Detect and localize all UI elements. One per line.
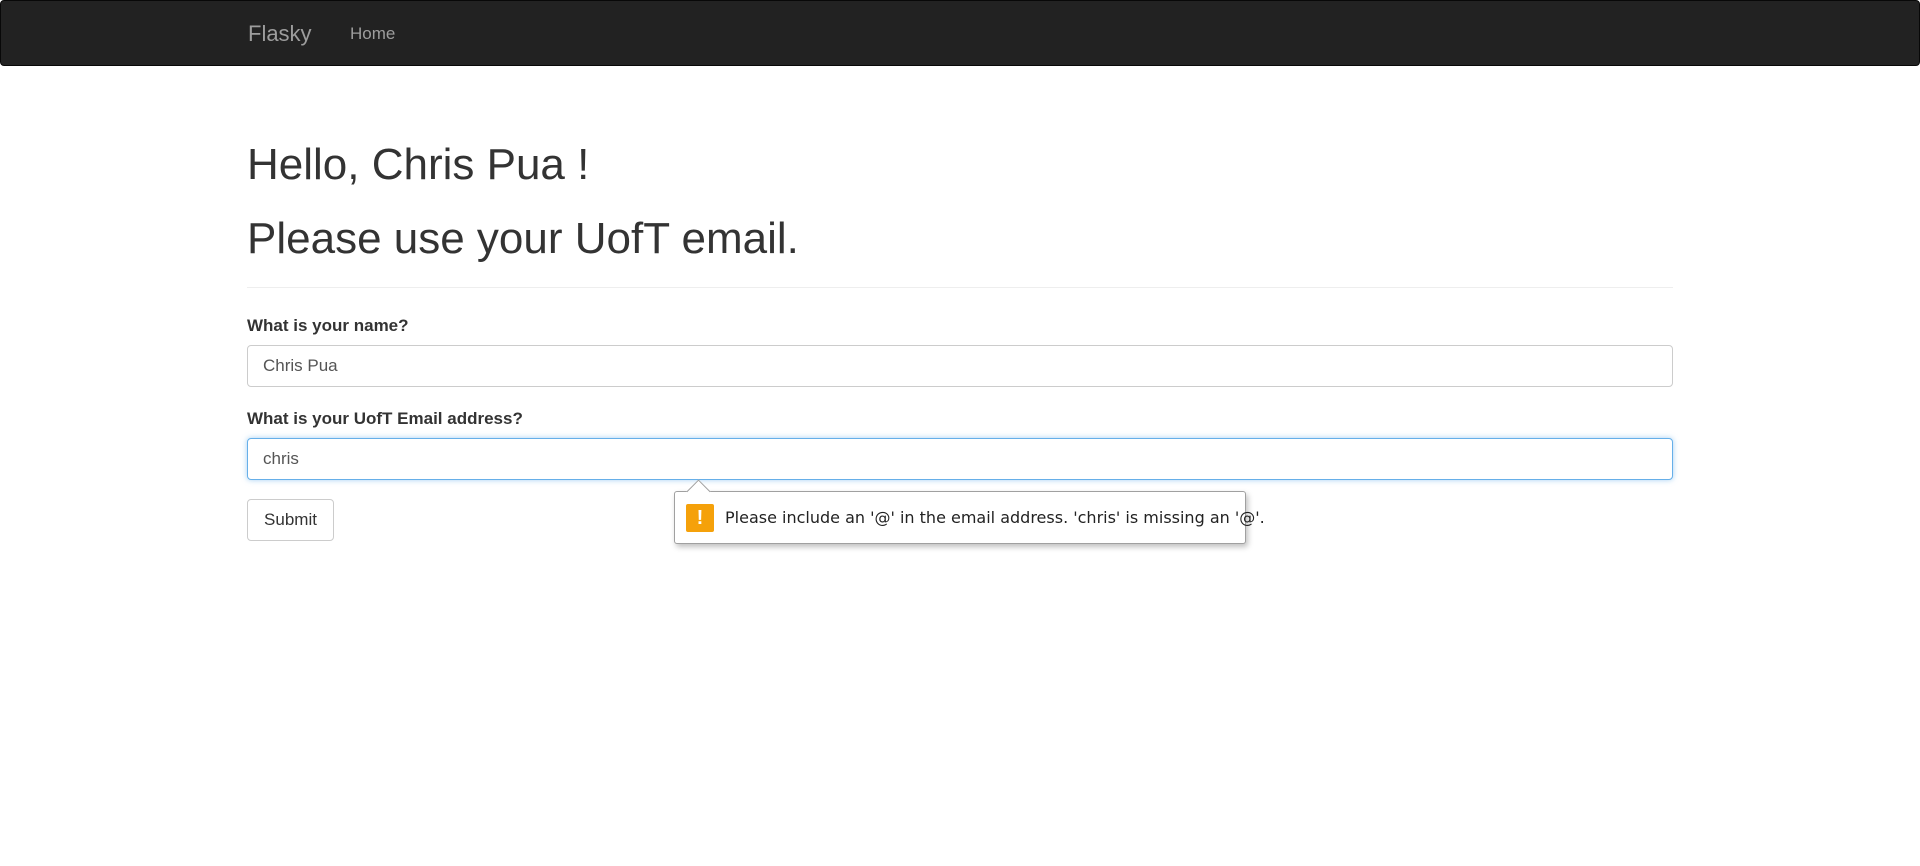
- email-input[interactable]: chris: [247, 438, 1673, 480]
- notice-heading: Please use your UofT email.: [247, 214, 799, 263]
- navbar-brand[interactable]: Flasky: [248, 21, 312, 47]
- email-validation-tooltip: ! Please include an '@' in the email add…: [674, 479, 1265, 544]
- greeting-heading: Hello, Chris Pua !: [247, 140, 590, 189]
- name-input[interactable]: Chris Pua: [247, 345, 1673, 387]
- header-divider: [247, 287, 1673, 288]
- nav-item-home[interactable]: Home: [350, 23, 395, 45]
- warning-icon: !: [686, 504, 714, 532]
- validation-message: Please include an '@' in the email addre…: [725, 508, 1265, 527]
- email-label: What is your UofT Email address?: [247, 409, 523, 428]
- top-navbar: Flasky Home: [0, 0, 1920, 66]
- name-label: What is your name?: [247, 316, 409, 335]
- submit-button[interactable]: Submit: [247, 499, 334, 541]
- tooltip-arrow: [686, 479, 711, 504]
